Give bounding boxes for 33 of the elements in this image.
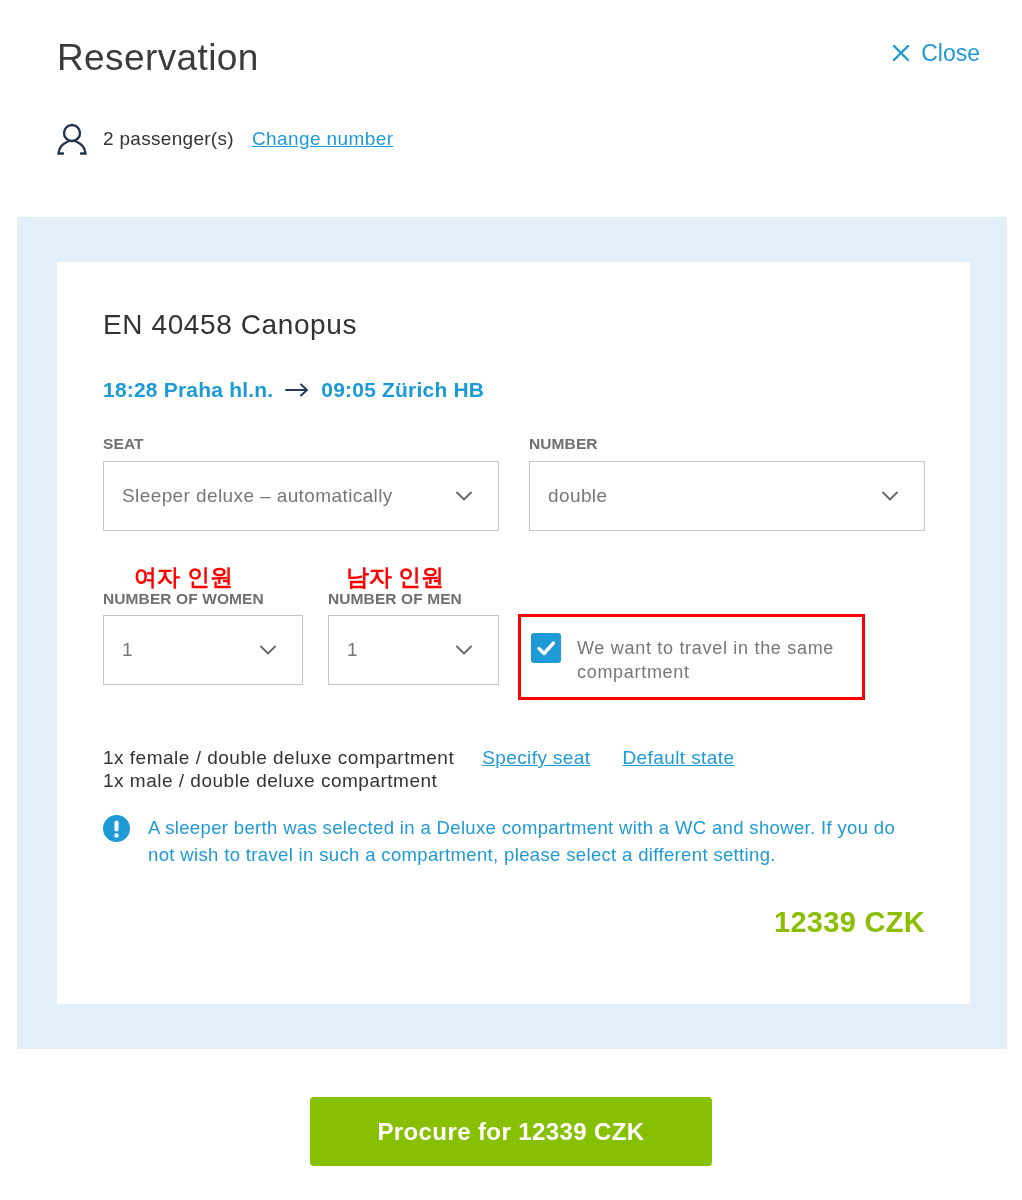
select-field[interactable]: 1 (328, 615, 499, 685)
total-price: 12339 CZK (773, 905, 925, 939)
select-field[interactable]: double (529, 461, 925, 531)
allocation-text: 1x female / double deluxe compartment (103, 746, 455, 769)
action-link[interactable]: Specify seat (482, 746, 591, 769)
arrow-right-icon (285, 383, 310, 397)
person-icon (56, 123, 88, 155)
checkbox[interactable] (531, 633, 561, 663)
passenger-count: 2 passenger(s) (103, 126, 234, 151)
field-label: NUMBER OF MEN (328, 590, 462, 608)
chevron-down-icon (456, 645, 472, 655)
annotation-label: 여자 인원 (134, 564, 233, 590)
change-number-link[interactable]: Change number (251, 124, 394, 154)
close-icon (892, 44, 911, 62)
notice-text: A sleeper berth was selected in a Deluxe compartment with a WC and shower. If you do not wish to travel in such a compartment, please select a different setting. (148, 816, 897, 867)
exclamation-circle-icon (103, 815, 130, 842)
field-label: NUMBER OF WOMEN (103, 590, 264, 608)
chevron-down-icon (882, 491, 898, 501)
field-label: NUMBER (529, 435, 598, 453)
field-label: SEAT (103, 435, 144, 453)
annotation-label: 남자 인원 (345, 564, 445, 590)
chevron-down-icon (456, 491, 472, 501)
action-link[interactable]: Default state (622, 746, 735, 769)
close-button[interactable]: Close (892, 40, 980, 66)
departure-text: 18:28 Praha hl.n. (103, 378, 274, 402)
chevron-down-icon (260, 645, 276, 655)
checkbox-label[interactable]: We want to travel in the same compartment (577, 636, 852, 684)
arrival-text: 09:05 Zürich HB (321, 378, 485, 402)
train-name: EN 40458 Canopus (103, 309, 358, 340)
select-field[interactable]: 1 (103, 615, 303, 685)
select-field[interactable]: Sleeper deluxe – automatically (103, 461, 499, 531)
dialog-title: Reservation (57, 36, 259, 79)
allocation-text: 1x male / double deluxe compartment (103, 769, 439, 792)
